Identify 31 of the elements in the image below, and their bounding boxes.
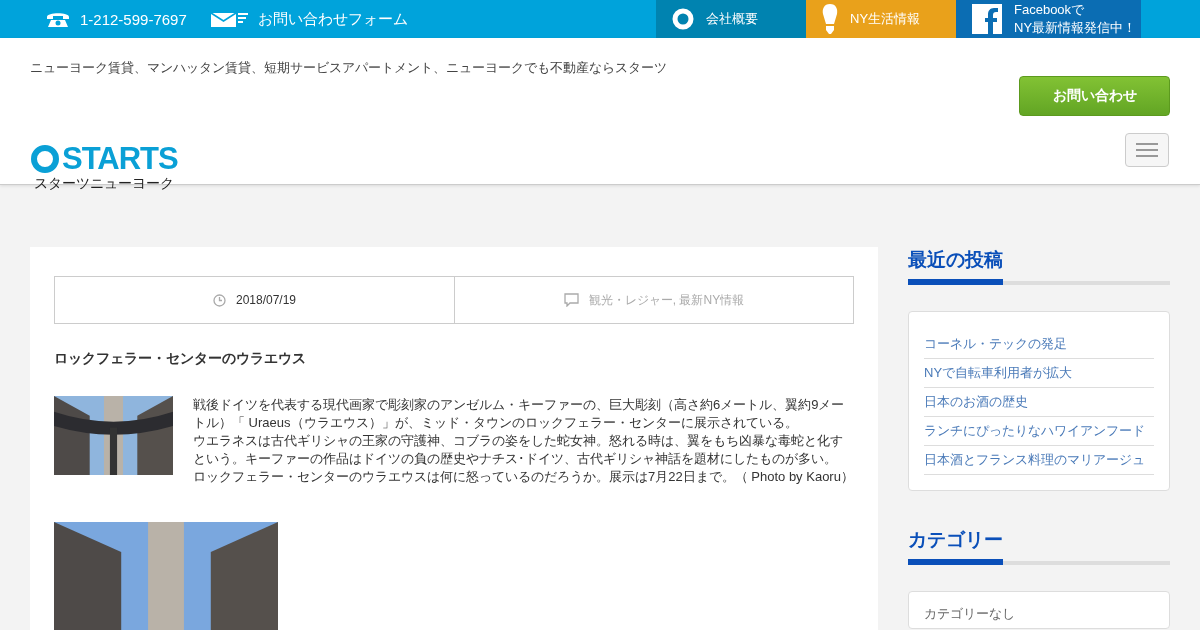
envelope-icon: [210, 11, 248, 27]
recent-post-link[interactable]: NYで自転車利用者が拡大: [924, 359, 1154, 388]
post-paragraph: 戦後ドイツを代表する現代画家で彫刻家のアンゼルム・キーファーの、巨大彫刻（高さ約6メートル、翼約9メートル）「 Uraeus（ウラエウス）」が、ミッド・タウンのロックフェラー・センターに展示されている。: [192, 396, 846, 432]
post-categories[interactable]: 観光・レジャー, 最新NY情報: [588, 291, 745, 309]
recent-post-link[interactable]: 日本のお酒の歴史: [924, 388, 1154, 417]
ring-icon: [672, 8, 694, 30]
post-title: ロックフェラー・センターのウラエウス: [54, 350, 307, 368]
recent-post-link[interactable]: 日本酒とフランス料理のマリアージュ: [924, 446, 1154, 475]
recent-post-link[interactable]: ランチにぴったりなハワイアンフード: [924, 417, 1154, 446]
clock-icon: [212, 293, 226, 307]
site-logo[interactable]: STARTS: [30, 143, 1019, 175]
facebook-icon: [972, 4, 1002, 34]
phone-link[interactable]: 1-212-599-7697: [46, 10, 187, 28]
post-paragraph: ウエラネスは古代ギリシャの王家の守護神、コブラの姿をした蛇女神。怒れる時は、翼をもち凶暴な毒蛇と化すという。キーファーの作品はドイツの負の歴史やナチス･ドイツ、古代ギリシャ神話を題材にしたものが多い。: [192, 432, 844, 468]
recent-post-link[interactable]: コーネル・テックの発足: [924, 330, 1154, 359]
empty-category-text: カテゴリーなし: [924, 605, 1016, 623]
phone-icon: [46, 10, 70, 28]
nav-link[interactable]: Facebookで NY最新情報発信中！: [956, 0, 1141, 38]
menu-button[interactable]: [1125, 133, 1169, 167]
widget-title: カテゴリー: [908, 528, 1004, 552]
logo-subtitle: スターツニューヨーク: [33, 175, 175, 193]
contact-form-link[interactable]: お問い合わせフォーム: [210, 9, 408, 29]
site-tagline: ニューヨーク賃貸、マンハッタン賃貸、短期サービスアパートメント、ニューヨークでも不動産ならスターツ: [30, 59, 667, 77]
comment-icon: [563, 293, 579, 307]
post-date: 2018/07/19: [235, 293, 297, 307]
widget-title: 最近の投稿: [908, 248, 1004, 272]
post-paragraph: ロックフェラー・センターのウラエウスは何に怒っているのだろうか。展示は7月22日まで。（ Photo by Kaoru）: [192, 468, 854, 486]
lightbulb-icon: [822, 4, 838, 34]
nav-link[interactable]: NY生活情報: [806, 0, 956, 38]
contact-button[interactable]: お問い合わせ: [1019, 76, 1170, 116]
nav-link[interactable]: 会社概要: [656, 0, 806, 38]
